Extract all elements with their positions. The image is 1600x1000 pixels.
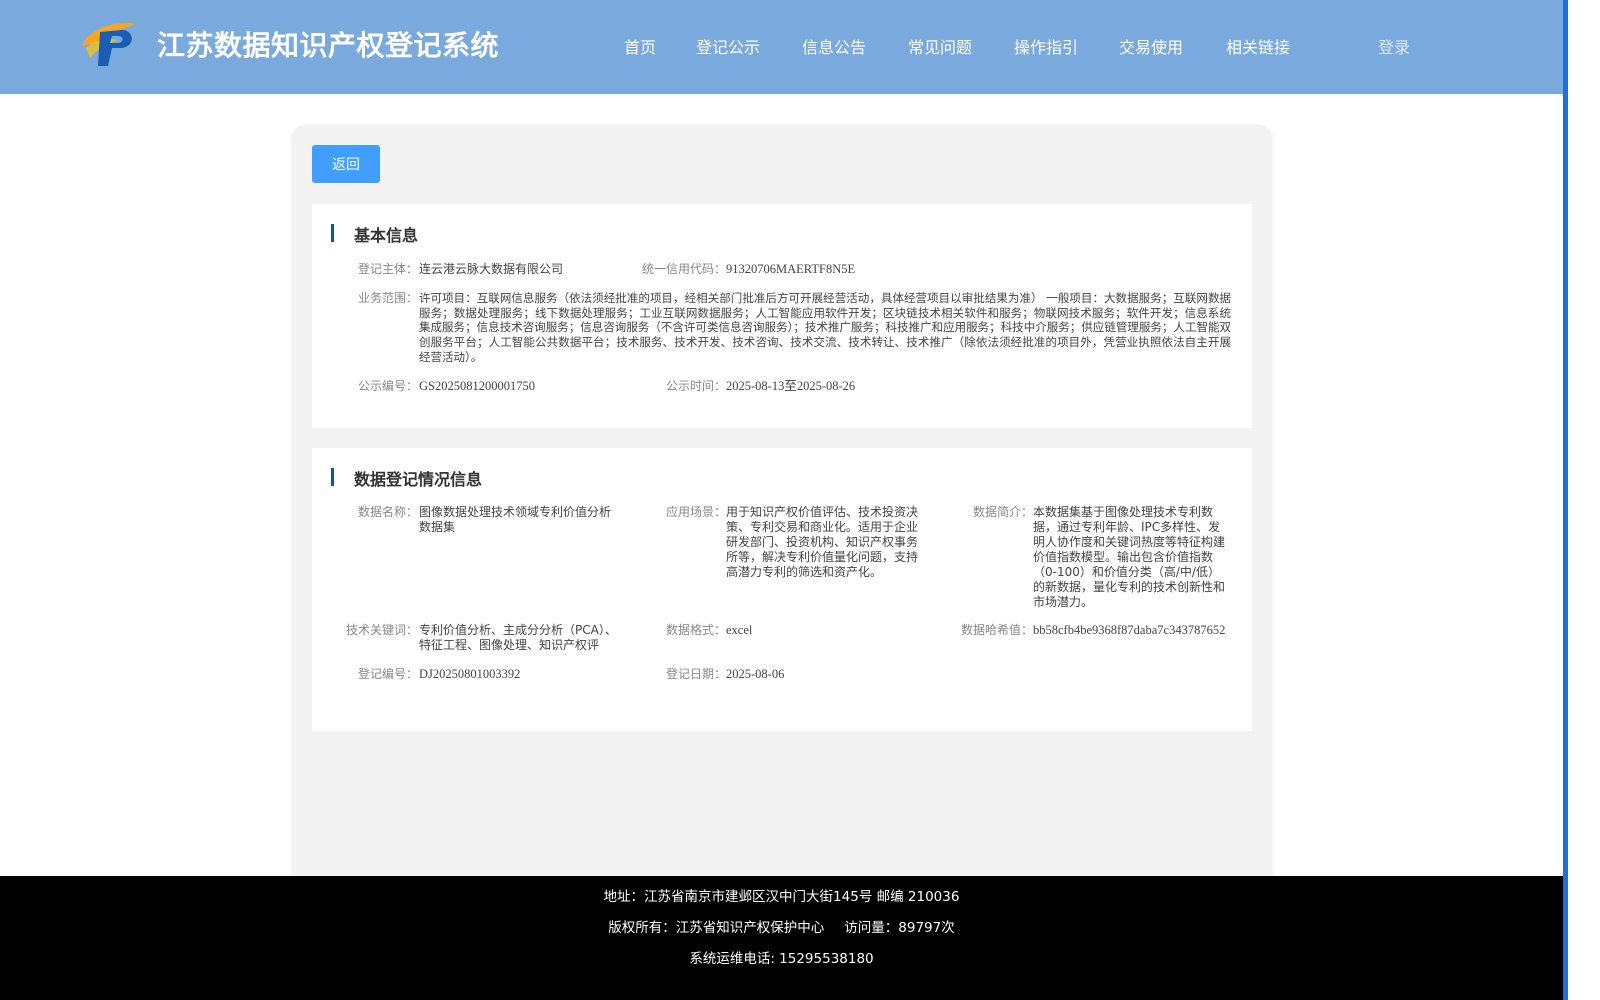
hash-label: 数据哈希值： (960, 623, 1033, 637)
site-title[interactable]: 江苏数据知识产权登记系统 (157, 24, 499, 64)
keywords-label: 技术关键词： (345, 623, 418, 637)
reg-no-value: DJ20250801003392 (419, 667, 521, 681)
data-info-title: 数据登记情况信息 (354, 470, 483, 489)
scrollbar-track[interactable] (1563, 0, 1600, 1000)
nav-links[interactable]: 相关链接 (1226, 34, 1290, 58)
nav-home[interactable]: 首页 (624, 34, 656, 58)
reg-date-value: 2025-08-06 (726, 667, 785, 681)
basic-info-title: 基本信息 (354, 226, 419, 245)
data-name-label: 数据名称： (357, 505, 418, 519)
intro-value: 本数据集基于图像处理技术专利数据，通过专利年龄、IPC多样性、发明人协作度和关键… (1033, 505, 1226, 609)
data-registration-card: 数据登记情况信息 数据名称： 图像数据处理技术领域专利价值分析数据集 应用场景：… (312, 448, 1252, 731)
pub-time-label: 公示时间： (665, 379, 726, 393)
format-value: excel (726, 623, 753, 637)
scenario-label: 应用场景： (665, 505, 726, 519)
scenario-value: 用于知识产权价值评估、技术投资决策、专利交易和商业化。适用于企业研发部门、投资机… (726, 505, 919, 579)
footer-phone: 系统运维电话: 15295538180 (689, 951, 874, 967)
scrollbar-thumb[interactable] (1563, 0, 1568, 1000)
credit-code-value: 91320706MAERTF8N5E (726, 262, 856, 276)
credit-code-label: 统一信用代码： (641, 262, 726, 276)
basic-info-card: 基本信息 登记主体： 连云港云脉大数据有限公司 统一信用代码： 91320706… (312, 204, 1252, 428)
reg-date-label: 登记日期： (665, 667, 726, 681)
subject-value: 连云港云脉大数据有限公司 (419, 262, 564, 276)
page-footer: 地址：江苏省南京市建邺区汉中门大街145号 邮编 210036 版权所有：江苏省… (0, 876, 1563, 1000)
back-button[interactable]: 返回 (312, 145, 380, 183)
footer-address: 地址：江苏省南京市建邺区汉中门大街145号 邮编 210036 (603, 889, 960, 905)
nav-trading[interactable]: 交易使用 (1119, 34, 1183, 58)
section-marker (331, 468, 334, 486)
footer-copyright: 版权所有：江苏省知识产权保护中心 (608, 920, 825, 936)
hash-value: bb58cfb4be9368f87daba7c343787652 (1033, 623, 1226, 637)
nav-registration-publicity[interactable]: 登记公示 (696, 34, 760, 58)
pub-no-value: GS2025081200001750 (419, 379, 535, 393)
footer-copyright-line: 版权所有：江苏省知识产权保护中心 访问量：89797次 (0, 916, 1563, 936)
top-header: 江苏数据知识产权登记系统 首页 登记公示 信息公告 常见问题 操作指引 交易使用… (0, 0, 1563, 94)
nav-announcements[interactable]: 信息公告 (802, 34, 866, 58)
nav-guide[interactable]: 操作指引 (1014, 34, 1078, 58)
footer-visits: 访问量：89797次 (844, 920, 955, 936)
format-label: 数据格式： (665, 623, 726, 637)
site-logo-icon[interactable] (78, 18, 138, 70)
intro-label: 数据简介： (972, 505, 1033, 519)
keywords-value: 专利价值分析、主成分分析（PCA）、特征工程、图像处理、知识产权评 (419, 623, 617, 652)
data-name-value: 图像数据处理技术领域专利价值分析数据集 (419, 505, 612, 534)
detail-panel: 返回 基本信息 登记主体： 连云港云脉大数据有限公司 统一信用代码： 91320… (292, 125, 1272, 885)
subject-label: 登记主体： (357, 262, 418, 276)
scope-label: 业务范围： (357, 291, 418, 305)
nav-faq[interactable]: 常见问题 (908, 34, 972, 58)
section-marker (331, 224, 334, 242)
pub-no-label: 公示编号： (357, 379, 418, 393)
pub-time-value: 2025-08-13至2025-08-26 (726, 379, 856, 393)
reg-no-label: 登记编号： (357, 667, 418, 681)
login-link[interactable]: 登录 (1378, 34, 1410, 58)
scope-value: 许可项目：互联网信息服务（依法须经批准的项目，经相关部门批准后方可开展经营活动，… (419, 291, 1231, 364)
